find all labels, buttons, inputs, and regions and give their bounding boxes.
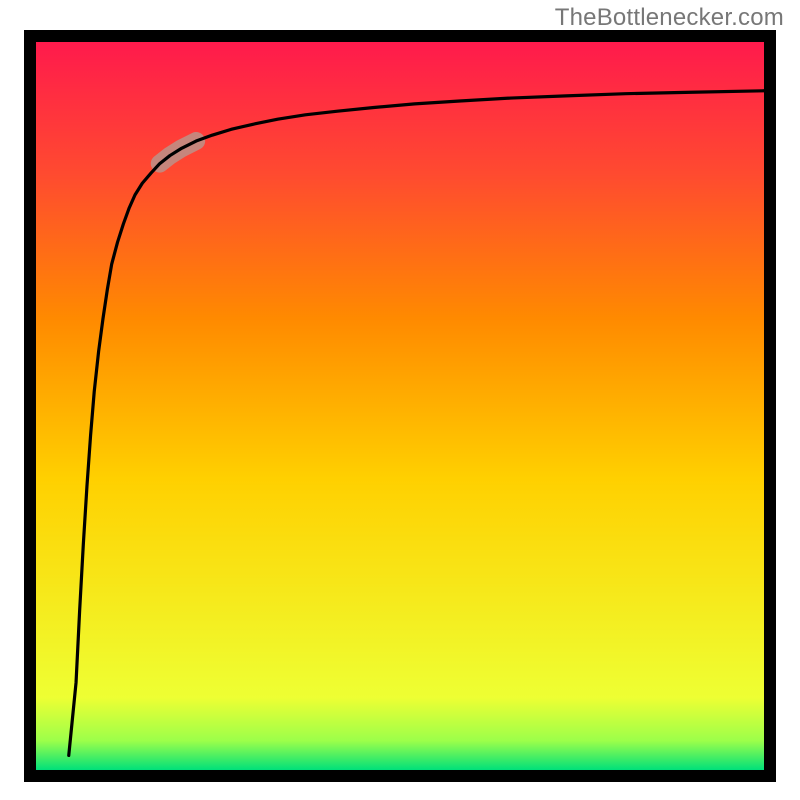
bottleneck-chart [0,0,800,800]
plot-background [36,42,764,770]
chart-container: TheBottlenecker.com [0,0,800,800]
